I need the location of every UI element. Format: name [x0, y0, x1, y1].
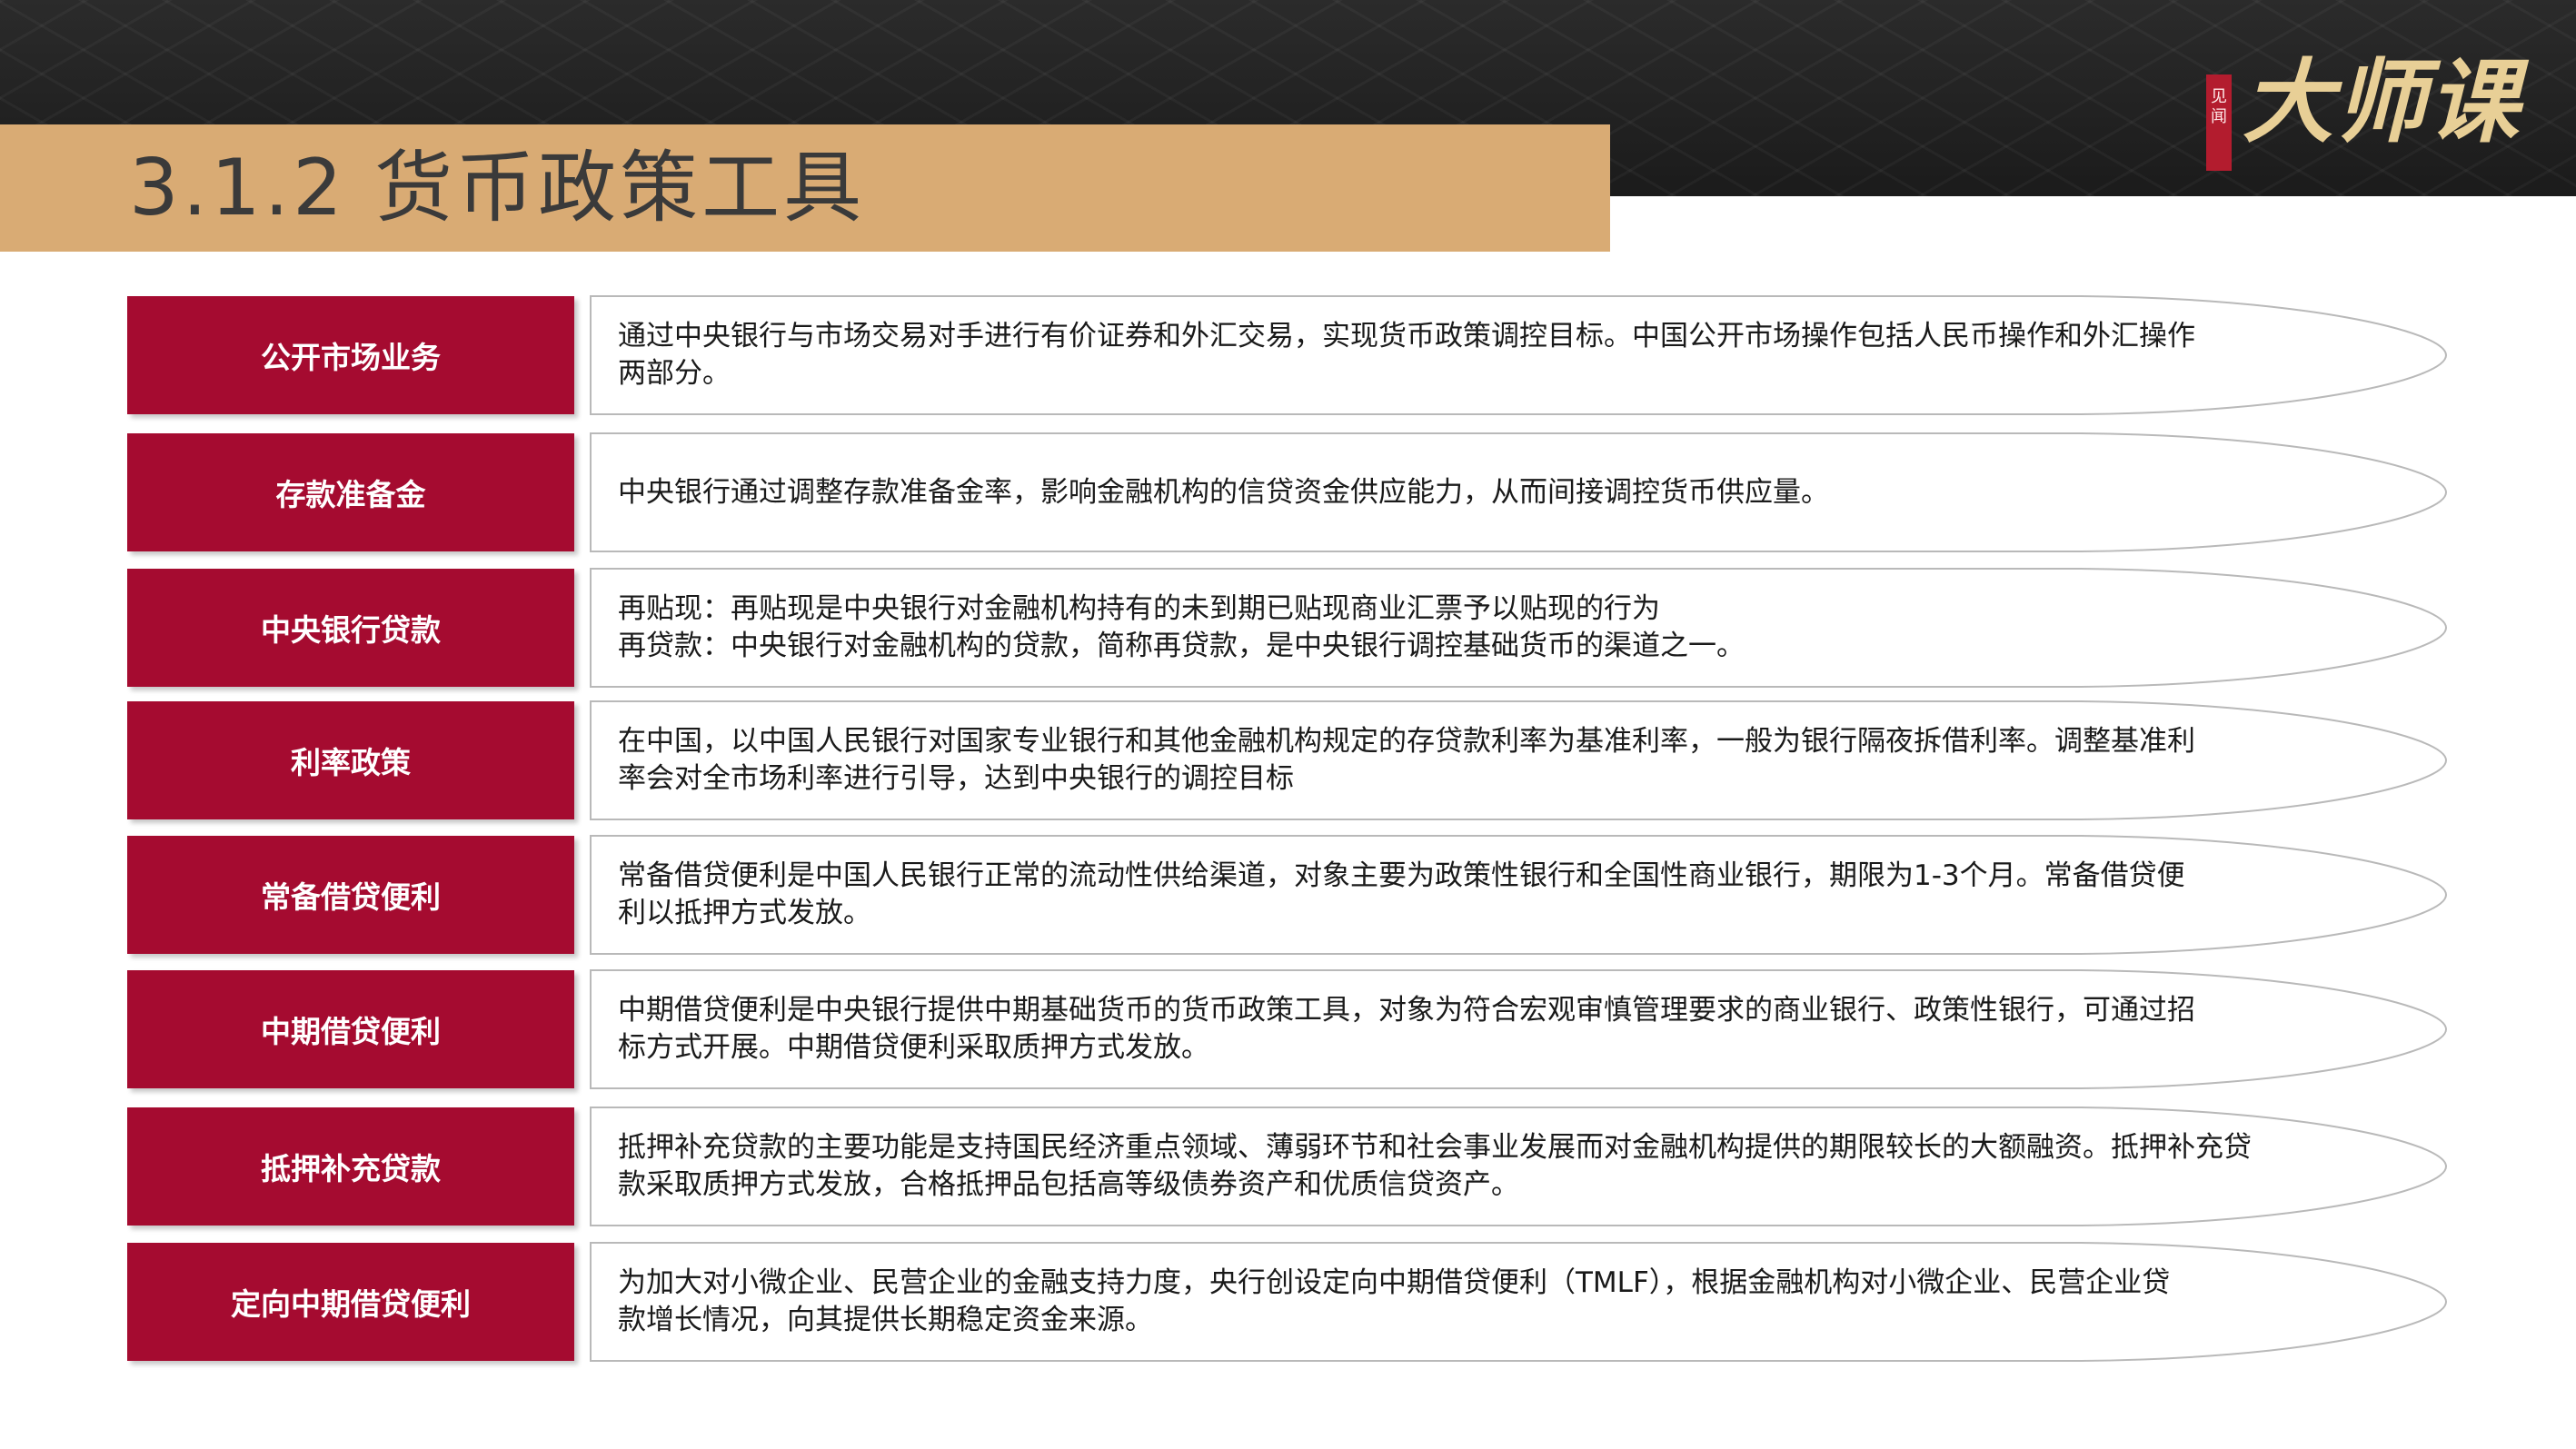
tool-row: 公开市场业务 通过中央银行与市场交易对手进行有价证券和外汇交易，实现货币政策调控…	[127, 295, 2453, 415]
tool-description: 中期借贷便利是中央银行提供中期基础货币的货币政策工具，对象为符合宏观审慎管理要求…	[618, 970, 2426, 1088]
tool-description: 常备借贷便利是中国人民银行正常的流动性供给渠道，对象主要为政策性银行和全国性商业…	[618, 836, 2426, 954]
tool-description-text: 为加大对小微企业、民营企业的金融支持力度，央行创设定向中期借贷便利（TMLF），…	[618, 1266, 2171, 1336]
tool-label: 利率政策	[291, 745, 411, 780]
page-title: 3.1.2 货币政策工具	[129, 143, 866, 233]
tool-description-text: 再贴现：再贴现是中央银行对金融机构持有的未到期已贴现商业汇票予以贴现的行为 再贷…	[618, 592, 1745, 662]
tool-description: 通过中央银行与市场交易对手进行有价证券和外汇交易，实现货币政策调控目标。中国公开…	[618, 296, 2426, 414]
tool-description-text: 抵押补充贷款的主要功能是支持国民经济重点领域、薄弱环节和社会事业发展而对金融机构…	[618, 1131, 2252, 1201]
tool-description: 再贴现：再贴现是中央银行对金融机构持有的未到期已贴现商业汇票予以贴现的行为 再贷…	[618, 569, 2426, 687]
tool-label-box: 常备借贷便利	[127, 836, 574, 954]
tool-row: 中期借贷便利 中期借贷便利是中央银行提供中期基础货币的货币政策工具，对象为符合宏…	[127, 969, 2453, 1089]
logo-text: 大师课	[2243, 48, 2521, 155]
tool-label-box: 利率政策	[127, 701, 574, 819]
tool-description: 抵押补充贷款的主要功能是支持国民经济重点领域、薄弱环节和社会事业发展而对金融机构…	[618, 1107, 2426, 1226]
tool-label: 中央银行贷款	[261, 612, 441, 648]
tool-label-box: 中期借贷便利	[127, 970, 574, 1088]
tool-label: 中期借贷便利	[261, 1014, 441, 1049]
tool-label: 常备借贷便利	[261, 879, 441, 915]
tool-description: 中央银行通过调整存款准备金率，影响金融机构的信贷资金供应能力，从而间接调控货币供…	[618, 433, 2426, 551]
tool-label: 公开市场业务	[261, 340, 441, 375]
tool-label-box: 公开市场业务	[127, 296, 574, 414]
tool-row: 抵押补充贷款 抵押补充贷款的主要功能是支持国民经济重点领域、薄弱环节和社会事业发…	[127, 1107, 2453, 1226]
tool-description-text: 中期借贷便利是中央银行提供中期基础货币的货币政策工具，对象为符合宏观审慎管理要求…	[618, 994, 2195, 1064]
tool-description-text: 在中国，以中国人民银行对国家专业银行和其他金融机构规定的存贷款利率为基准利率，一…	[618, 725, 2195, 795]
tool-row: 存款准备金 中央银行通过调整存款准备金率，影响金融机构的信贷资金供应能力，从而间…	[127, 432, 2453, 552]
tool-row: 定向中期借贷便利 为加大对小微企业、民营企业的金融支持力度，央行创设定向中期借贷…	[127, 1242, 2453, 1362]
tool-label-box: 抵押补充贷款	[127, 1107, 574, 1226]
tool-description-text: 常备借贷便利是中国人民银行正常的流动性供给渠道，对象主要为政策性银行和全国性商业…	[618, 859, 2185, 929]
tool-description-text: 中央银行通过调整存款准备金率，影响金融机构的信贷资金供应能力，从而间接调控货币供…	[618, 475, 1829, 509]
tool-row: 利率政策 在中国，以中国人民银行对国家专业银行和其他金融机构规定的存贷款利率为基…	[127, 700, 2453, 820]
tool-description: 在中国，以中国人民银行对国家专业银行和其他金融机构规定的存贷款利率为基准利率，一…	[618, 701, 2426, 819]
logo-seal: 见闻	[2206, 74, 2232, 171]
tool-description-text: 通过中央银行与市场交易对手进行有价证券和外汇交易，实现货币政策调控目标。中国公开…	[618, 320, 2195, 390]
logo: 见闻 大师课	[2206, 47, 2519, 171]
tool-row: 常备借贷便利 常备借贷便利是中国人民银行正常的流动性供给渠道，对象主要为政策性银…	[127, 835, 2453, 955]
tool-row: 中央银行贷款 再贴现：再贴现是中央银行对金融机构持有的未到期已贴现商业汇票予以贴…	[127, 568, 2453, 688]
tool-label-box: 定向中期借贷便利	[127, 1243, 574, 1361]
tool-label-box: 中央银行贷款	[127, 569, 574, 687]
tool-label: 存款准备金	[275, 477, 426, 512]
tool-label-box: 存款准备金	[127, 433, 574, 551]
tool-description: 为加大对小微企业、民营企业的金融支持力度，央行创设定向中期借贷便利（TMLF），…	[618, 1243, 2426, 1361]
tool-label: 抵押补充贷款	[261, 1151, 441, 1186]
tool-label: 定向中期借贷便利	[231, 1286, 471, 1322]
